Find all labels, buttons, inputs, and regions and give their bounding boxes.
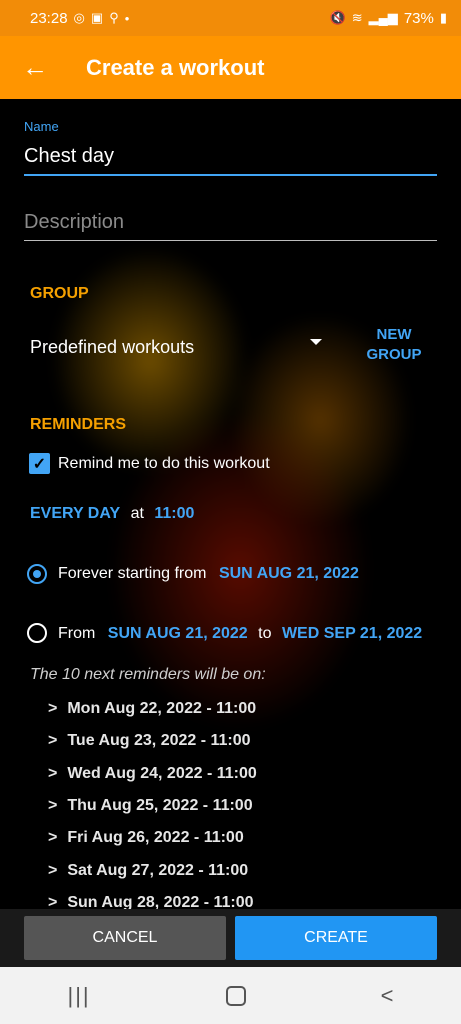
notification-dot-icon: • [124, 10, 130, 26]
chevron-right-icon: > [48, 732, 58, 750]
group-selected-value: Predefined workouts [30, 336, 195, 357]
at-label: at [130, 505, 144, 522]
description-input[interactable]: Description [24, 211, 124, 234]
range-to-label: to [258, 625, 272, 642]
frequency-link[interactable]: EVERY DAY [30, 505, 120, 522]
remind-checkbox-label[interactable]: Remind me to do this workout [58, 455, 270, 473]
reminder-date: Mon Aug 22, 2022 - 11:00 [67, 700, 257, 718]
home-icon[interactable] [225, 985, 246, 1006]
next-reminders-title: The 10 next reminders will be on: [30, 666, 266, 683]
range-radio[interactable] [27, 623, 47, 643]
forever-label: Forever starting from [58, 565, 207, 582]
group-section-title: GROUP [30, 285, 89, 302]
time-link[interactable]: 11:00 [154, 505, 194, 522]
chevron-right-icon: > [48, 861, 58, 879]
signal-icon: ▂▄▆ [368, 10, 398, 25]
reminder-date: Thu Aug 25, 2022 - 11:00 [67, 797, 253, 815]
reminder-date: Fri Aug 26, 2022 - 11:00 [67, 829, 244, 847]
back-icon[interactable]: < [381, 983, 394, 1009]
group-dropdown[interactable]: Predefined workouts [30, 333, 330, 361]
app-bar: ← Create a workout [0, 36, 461, 99]
page-title: Create a workout [86, 54, 265, 80]
search-icon: ⚲ [109, 10, 119, 25]
range-from-label: From [58, 625, 96, 642]
reminder-date: Sat Aug 27, 2022 - 11:00 [67, 861, 249, 879]
reminder-date: Tue Aug 23, 2022 - 11:00 [67, 732, 251, 750]
forever-option: Forever starting from SUN AUG 21, 2022 [58, 565, 359, 583]
system-nav-bar: ||| < [0, 967, 461, 1024]
chevron-right-icon: > [48, 764, 58, 782]
range-end-date[interactable]: WED SEP 21, 2022 [282, 625, 422, 642]
name-label: Name [24, 119, 59, 134]
recent-apps-icon[interactable]: ||| [67, 983, 90, 1009]
checkmark-icon: ✓ [32, 455, 47, 473]
action-bar: CANCEL CREATE [0, 909, 461, 967]
next-reminders-list: > Mon Aug 22, 2022 - 11:00 > Tue Aug 23, 2… [48, 693, 257, 919]
battery-level: 73% [403, 9, 434, 27]
name-underline [24, 174, 437, 176]
reminder-date: Wed Aug 24, 2022 - 11:00 [67, 764, 257, 782]
chevron-right-icon: > [48, 700, 58, 718]
list-item: > Sat Aug 27, 2022 - 11:00 [48, 854, 257, 886]
description-underline [24, 240, 437, 241]
status-time: 23:28 [30, 9, 68, 27]
status-bar: 23:28 ◎ ▣ ⚲ • 🔇 ≋ ▂▄▆ 73% ▮ [0, 0, 461, 36]
image-icon: ▣ [90, 10, 104, 25]
instagram-icon: ◎ [73, 10, 85, 25]
reminder-frequency-row: EVERY DAY at 11:00 [30, 505, 194, 523]
forever-start-date[interactable]: SUN AUG 21, 2022 [219, 565, 359, 582]
new-group-label-line1: NEW [376, 326, 412, 343]
battery-icon: ▮ [439, 10, 447, 25]
reminders-section-title: REMINDERS [30, 416, 127, 433]
chevron-right-icon: > [48, 797, 58, 815]
back-arrow-icon[interactable]: ← [0, 36, 70, 99]
chevron-right-icon: > [48, 829, 58, 847]
create-button[interactable]: CREATE [235, 916, 437, 960]
remind-checkbox[interactable]: ✓ [29, 453, 50, 474]
range-start-date[interactable]: SUN AUG 21, 2022 [108, 625, 248, 642]
wifi-icon: ≋ [351, 10, 363, 25]
list-item: > Wed Aug 24, 2022 - 11:00 [48, 758, 257, 790]
name-input[interactable]: Chest day [24, 145, 114, 168]
list-item: > Mon Aug 22, 2022 - 11:00 [48, 693, 257, 725]
forever-radio[interactable] [27, 564, 47, 584]
mute-icon: 🔇 [329, 10, 346, 25]
new-group-button[interactable]: NEW GROUP [356, 325, 432, 365]
range-option: From SUN AUG 21, 2022 to WED SEP 21, 202… [58, 625, 422, 643]
list-item: > Thu Aug 25, 2022 - 11:00 [48, 790, 257, 822]
create-workout-form: Name Chest day Description GROUP Predefi… [0, 99, 461, 911]
list-item: > Fri Aug 26, 2022 - 11:00 [48, 822, 257, 854]
list-item: > Tue Aug 23, 2022 - 11:00 [48, 725, 257, 757]
dropdown-caret-icon[interactable] [310, 339, 322, 345]
cancel-button[interactable]: CANCEL [24, 916, 226, 960]
new-group-label-line2: GROUP [366, 346, 422, 363]
